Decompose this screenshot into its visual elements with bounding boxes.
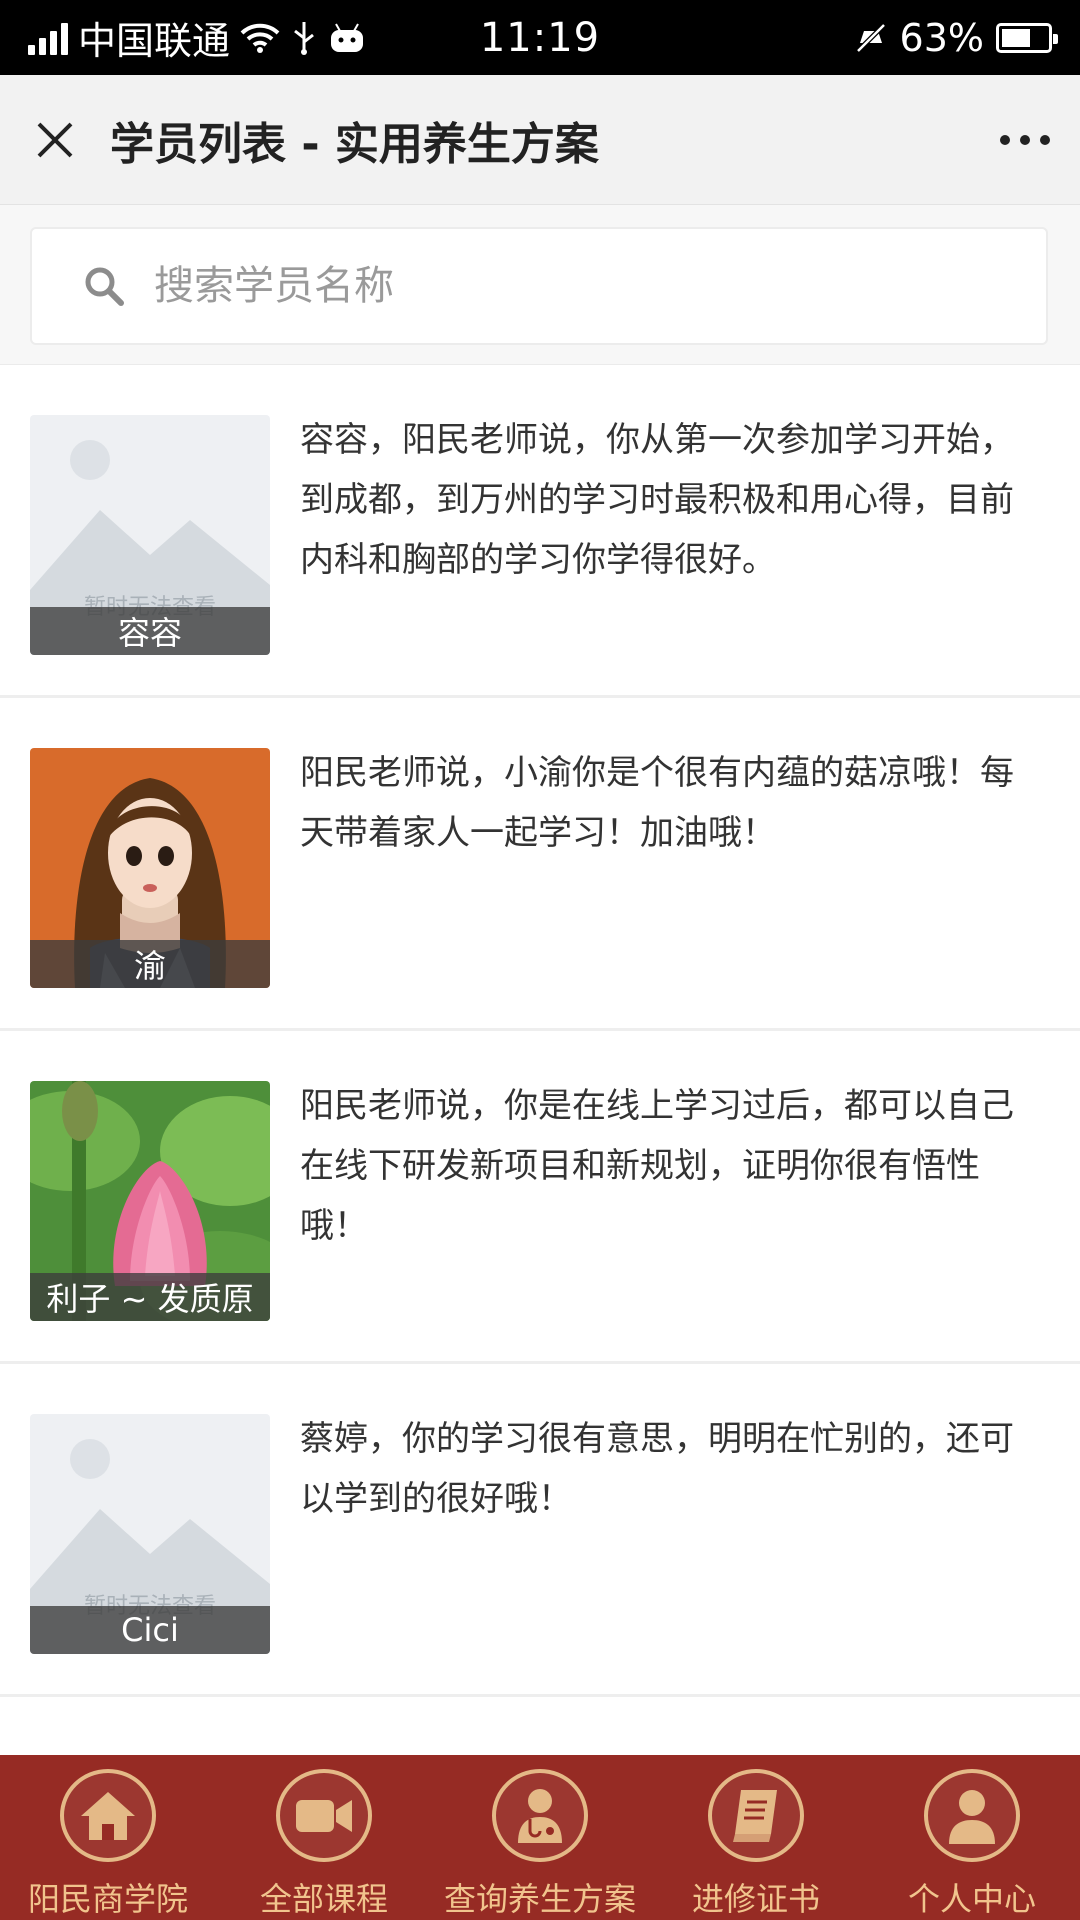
more-icon[interactable] [999, 134, 1051, 146]
title-bar: 学员列表 - 实用养生方案 [0, 75, 1080, 205]
student-message: 蔡婷，你的学习很有意思，明明在忙别的，还可以学到的很好哦！ [300, 1419, 1014, 1519]
list-item[interactable]: 暂时无法查看 容容 容容，阳民老师说，你从第一次参加学习开始，到成都，到万州的学… [0, 365, 1080, 698]
bottom-nav: 阳民商学院 全部课程 查询养生方案 进修证书 个人中心 [0, 1755, 1080, 1920]
nav-item-all-courses[interactable]: 全部课程 [216, 1755, 432, 1920]
list-item[interactable]: 暂时无法查看 Cici 蔡婷，你的学习很有意思，明明在忙别的，还可以学到的很好哦… [0, 1364, 1080, 1697]
signal-icon [28, 21, 68, 55]
user-icon[interactable] [924, 1769, 1020, 1862]
student-name: 利子 ~ 发质原 [30, 1273, 270, 1321]
nav-label: 进修证书 [691, 1880, 820, 1918]
android-icon [331, 23, 364, 52]
nav-item-certificate[interactable]: 进修证书 [648, 1755, 864, 1920]
student-message: 阳民老师说，小渝你是个很有内蕴的菇凉哦！每天带着家人一起学习！加油哦！ [300, 753, 1014, 853]
nav-label: 查询养生方案 [443, 1880, 636, 1918]
avatar[interactable]: 暂时无法查看 容容 [30, 415, 270, 655]
student-name: 容容 [30, 607, 270, 655]
student-list: 暂时无法查看 容容 容容，阳民老师说，你从第一次参加学习开始，到成都，到万州的学… [0, 365, 1080, 1697]
avatar[interactable]: 暂时无法查看 Cici [30, 1414, 270, 1654]
search-icon [54, 227, 154, 345]
nav-label: 阳民商学院 [27, 1880, 188, 1918]
more-button[interactable] [970, 75, 1080, 205]
close-icon[interactable] [35, 120, 75, 160]
search-box[interactable] [30, 227, 1048, 345]
usb-icon [294, 21, 314, 55]
wifi-icon [240, 23, 280, 53]
status-bar: 中国联通 11:19 63% [0, 0, 1080, 75]
search-input[interactable] [154, 263, 1046, 309]
avatar[interactable]: 利子 ~ 发质原 [30, 1081, 270, 1321]
list-item[interactable]: 渝 阳民老师说，小渝你是个很有内蕴的菇凉哦！每天带着家人一起学习！加油哦！ [0, 698, 1080, 1031]
close-button[interactable] [0, 75, 110, 205]
student-name: Cici [30, 1606, 270, 1654]
nav-item-profile[interactable]: 个人中心 [864, 1755, 1080, 1920]
student-message: 容容，阳民老师说，你从第一次参加学习开始，到成都，到万州的学习时最积极和用心得，… [300, 420, 1014, 580]
mute-icon [855, 22, 886, 53]
battery-percent: 63% [899, 15, 984, 60]
avatar[interactable]: 渝 [30, 748, 270, 988]
book-icon[interactable] [708, 1769, 804, 1862]
nav-label: 个人中心 [907, 1880, 1036, 1918]
nav-item-query-plan[interactable]: 查询养生方案 [432, 1755, 648, 1920]
page-title: 学员列表 - 实用养生方案 [110, 118, 599, 170]
student-name: 渝 [30, 940, 270, 988]
nav-label: 全部课程 [259, 1880, 388, 1918]
search-area [0, 205, 1080, 365]
nav-item-business-school[interactable]: 阳民商学院 [0, 1755, 216, 1920]
home-icon[interactable] [60, 1769, 156, 1862]
video-camera-icon[interactable] [276, 1769, 372, 1862]
list-item[interactable]: 利子 ~ 发质原 阳民老师说，你是在线上学习过后，都可以自己在线下研发新项目和新… [0, 1031, 1080, 1364]
doctor-icon[interactable] [492, 1769, 588, 1862]
clock: 11:19 [479, 14, 601, 61]
student-message: 阳民老师说，你是在线上学习过后，都可以自己在线下研发新项目和新规划，证明你很有悟… [300, 1086, 1014, 1246]
battery-icon [996, 22, 1058, 53]
carrier-label: 中国联通 [78, 19, 231, 63]
